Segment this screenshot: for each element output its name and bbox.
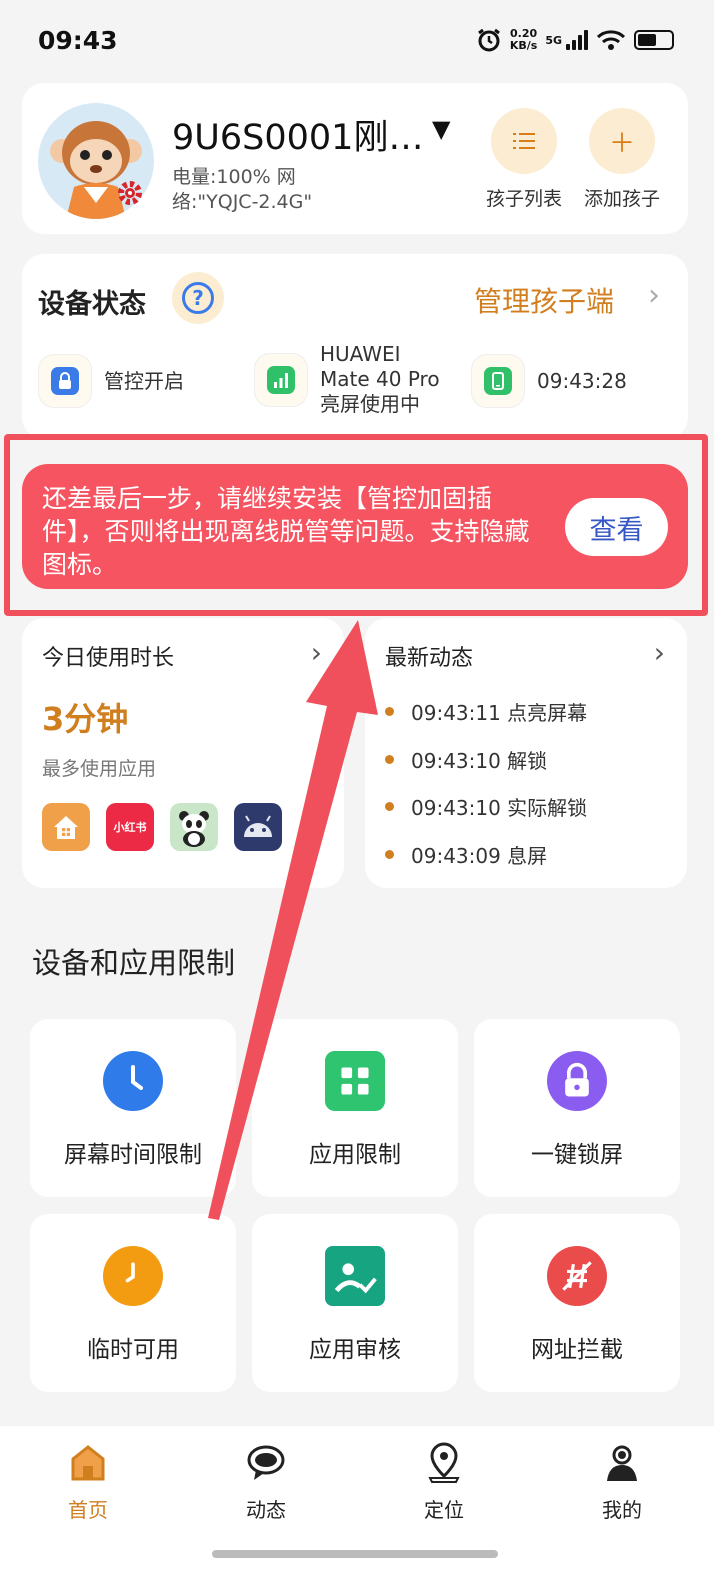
tab-mine-label: 我的: [602, 1498, 642, 1522]
help-button[interactable]: ?: [172, 272, 224, 324]
events-title: 最新动态: [385, 646, 474, 671]
xiaohongshu-app-icon[interactable]: 小红书: [106, 803, 154, 851]
device-status-card: 设备状态 ? 管理孩子端 › 管控开启 HUAWEI Mate 40 Pro 亮…: [22, 254, 688, 439]
wifi-icon: [596, 30, 626, 50]
tile-label: 应用审核: [309, 1337, 401, 1363]
grid-icon: [325, 1051, 385, 1111]
add-child-button[interactable]: ＋ 添加孩子: [574, 108, 670, 211]
tile-label: 屏幕时间限制: [64, 1142, 202, 1168]
settings-gear-icon[interactable]: [116, 179, 144, 207]
list-item: 09:43:10 解锁: [385, 736, 587, 784]
latest-events-card[interactable]: 最新动态 › 09:43:11 点亮屏幕 09:43:10 解锁 09:43:1…: [365, 618, 687, 888]
status-time: 09:43: [38, 25, 118, 55]
network-type: 5G: [545, 33, 562, 47]
child-device-status: 电量:100% 网络:"YQJC-2.4G": [172, 166, 313, 213]
tab-activity[interactable]: 动态: [206, 1438, 326, 1523]
device-status-title: 设备状态: [38, 289, 146, 320]
clock-icon: [103, 1246, 163, 1306]
url-block-tile[interactable]: 网址拦截: [474, 1214, 680, 1392]
top-apps-list: 小红书: [42, 803, 282, 851]
child-profile-card: 9U6S0001刚… ▼ 电量:100% 网络:"YQJC-2.4G" 孩子列表…: [22, 83, 688, 234]
home-icon: [28, 1438, 148, 1488]
events-list: 09:43:11 点亮屏幕 09:43:10 解锁 09:43:10 实际解锁 …: [385, 688, 587, 878]
device-time-item: 09:43:28: [471, 354, 627, 408]
tab-location-label: 定位: [424, 1498, 464, 1522]
chevron-right-icon[interactable]: ›: [311, 636, 322, 669]
add-child-label: 添加孩子: [583, 188, 660, 210]
restrictions-title: 设备和应用限制: [32, 946, 236, 980]
status-bar: 09:43 0.20 KB/s 5G: [0, 0, 714, 80]
plus-icon: ＋: [589, 108, 655, 174]
child-list-button[interactable]: 孩子列表: [476, 108, 572, 211]
child-name[interactable]: 9U6S0001刚…: [172, 109, 432, 160]
question-icon: ?: [182, 282, 214, 314]
device-time-text: 09:43:28: [537, 368, 627, 393]
tab-home[interactable]: 首页: [28, 1438, 148, 1523]
tab-mine[interactable]: 我的: [562, 1438, 682, 1523]
lock-icon: [547, 1051, 607, 1111]
android-app-icon[interactable]: [234, 803, 282, 851]
alarm-icon: [477, 28, 500, 52]
panda-app-icon[interactable]: [170, 803, 218, 851]
child-list-label: 孩子列表: [485, 188, 562, 210]
tile-label: 网址拦截: [531, 1337, 623, 1363]
control-status-item: 管控开启: [38, 354, 184, 408]
list-item: 09:43:11 点亮屏幕: [385, 688, 587, 736]
top-apps-label: 最多使用应用: [42, 758, 157, 780]
usage-title: 今日使用时长: [42, 646, 175, 671]
person-icon: [562, 1438, 682, 1488]
device-model-text: HUAWEI Mate 40 Pro 亮屏使用中: [320, 342, 440, 416]
control-status-text: 管控开启: [104, 368, 184, 393]
location-pin-icon: [384, 1438, 504, 1488]
list-item: 09:43:10 实际解锁: [385, 783, 587, 831]
chevron-right-icon[interactable]: ›: [654, 636, 665, 669]
home-launcher-app-icon[interactable]: [42, 803, 90, 851]
list-item: 09:43:09 息屏: [385, 831, 587, 879]
signal-bars-icon: [254, 352, 308, 407]
chat-bubble-icon: [206, 1438, 326, 1488]
tile-label: 临时可用: [87, 1337, 179, 1363]
phone-icon: [471, 354, 525, 408]
app-limit-tile[interactable]: 应用限制: [252, 1019, 458, 1197]
lock-icon: [38, 354, 92, 408]
screen-time-limit-tile[interactable]: 屏幕时间限制: [30, 1019, 236, 1197]
today-usage-card[interactable]: 今日使用时长 › 3分钟 最多使用应用 小红书: [22, 618, 344, 888]
clock-icon: [103, 1051, 163, 1111]
status-icons: 0.20 KB/s 5G: [476, 27, 674, 53]
tile-label: 应用限制: [309, 1142, 401, 1168]
home-indicator: [212, 1550, 498, 1558]
url-block-icon: [547, 1246, 607, 1306]
tab-location[interactable]: 定位: [384, 1438, 504, 1523]
usage-value: 3分钟: [42, 700, 129, 738]
list-icon: [491, 108, 557, 174]
highlight-frame: [4, 434, 708, 616]
manage-child-link[interactable]: 管理孩子端: [474, 280, 614, 320]
lock-screen-tile[interactable]: 一键锁屏: [474, 1019, 680, 1197]
signal-icon: [566, 30, 588, 50]
temporary-available-tile[interactable]: 临时可用: [30, 1214, 236, 1392]
review-icon: [325, 1246, 385, 1306]
tab-home-label: 首页: [68, 1498, 108, 1522]
net-speed: 0.20 KB/s: [509, 27, 538, 52]
app-review-tile[interactable]: 应用审核: [252, 1214, 458, 1392]
dropdown-caret-icon[interactable]: ▼: [432, 115, 450, 143]
tab-activity-label: 动态: [246, 1498, 286, 1522]
device-model-item: HUAWEI Mate 40 Pro 亮屏使用中: [254, 342, 440, 417]
chevron-right-icon[interactable]: ›: [648, 278, 660, 313]
tile-label: 一键锁屏: [531, 1142, 623, 1168]
battery-icon: [634, 30, 674, 50]
